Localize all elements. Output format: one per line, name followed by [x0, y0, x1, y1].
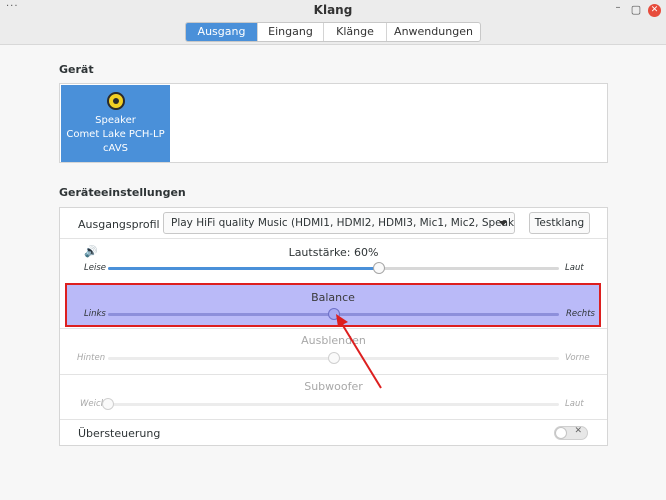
annotation-arrow [336, 314, 382, 389]
annotation-arrow-line [341, 323, 382, 389]
